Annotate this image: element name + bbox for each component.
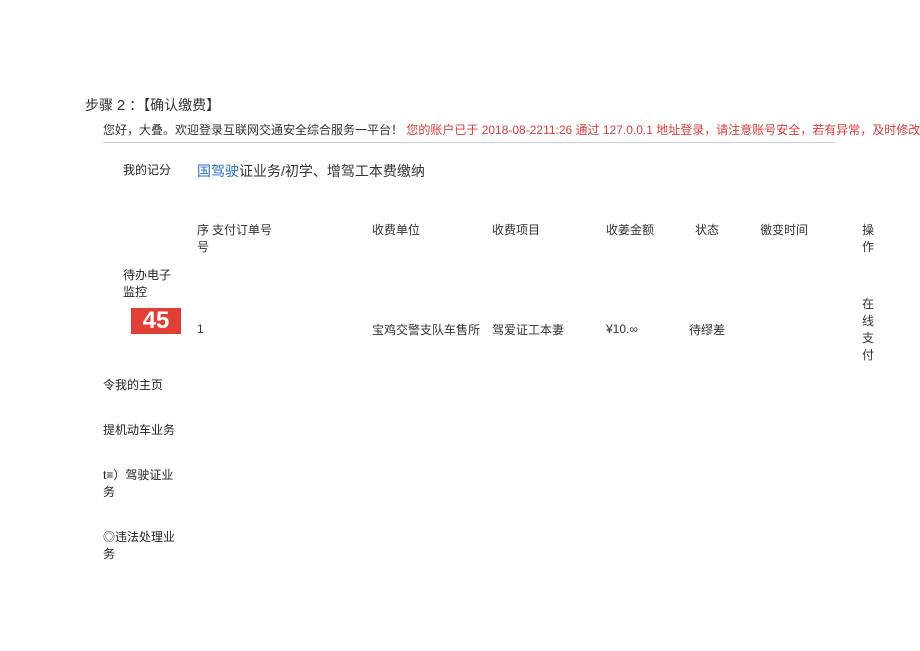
pay-online-link[interactable]: 在线支付 (862, 297, 874, 362)
sidebar-pending-label[interactable]: 待办电子监控 (103, 266, 181, 300)
amount-value: ¥10.∞ (606, 322, 638, 336)
th-orderno: 支付订单号 (212, 221, 372, 255)
breadcrumb-root[interactable]: 国驾驶 (197, 163, 239, 179)
th-item: 收费项目 (492, 221, 592, 255)
fee-table: 序号 支付订单号 收费单位 收费项目 收姜金额 状态 徼变时间 操作 1 宝鸡交… (197, 221, 874, 363)
step-prefix: 步骤 (85, 97, 113, 113)
th-idx: 序号 (197, 221, 212, 255)
sidebar-my-points[interactable]: 我的记分 (103, 161, 181, 178)
td-item: 驾爱证工本妻 (492, 321, 592, 338)
sidebar: 我的记分 待办电子监控 45 令我的主页 提机动车业务 t≡）驾驶证业务 ◎违法… (85, 161, 185, 590)
page-container: 步骤 2 ：【确认缴费】 您好，大叠。欢迎登录互联网交通安全综合服务一平台！ 您… (0, 0, 920, 590)
security-alert: 您的账户已于 2018-08-2211:26 通过 127.0.0.1 地址登录… (406, 123, 920, 137)
welcome-greeting: 您好，大叠。欢迎登录互联网交通安全综合服务一平台！ (103, 123, 403, 137)
content-wrap: 我的记分 待办电子监控 45 令我的主页 提机动车业务 t≡）驾驶证业务 ◎违法… (85, 143, 835, 590)
sidebar-item-home[interactable]: 令我的主页 (103, 376, 181, 393)
pending-count-badge: 45 (131, 308, 181, 334)
sidebar-item-license[interactable]: t≡）驾驶证业务 (103, 466, 181, 500)
td-idx: 1 (197, 322, 212, 336)
step-number: 2 (117, 97, 125, 114)
step-title: 步骤 2 ：【确认缴费】 (85, 95, 835, 115)
th-time: 徼变时间 (742, 221, 862, 255)
th-status: 状态 (672, 221, 742, 255)
td-status: 待缪差 (672, 321, 742, 338)
th-amount: 收姜金额 (592, 221, 672, 255)
sidebar-item-vehicle[interactable]: 提机动车业务 (103, 421, 181, 438)
td-amount: ¥10.∞ (592, 322, 672, 336)
table-header-row: 序号 支付订单号 收费单位 收费项目 收姜金额 状态 徼变时间 操作 (197, 221, 874, 295)
td-action: 在线支付 (862, 295, 874, 363)
table-row: 1 宝鸡交警支队车售所 驾爱证工本妻 ¥10.∞ 待缪差 在线支付 (197, 295, 874, 363)
welcome-row: 您好，大叠。欢迎登录互联网交通安全综合服务一平台！ 您的账户已于 2018-08… (85, 121, 835, 138)
main-content: 国驾驶证业务/初学、增驾工本费缴纳 序号 支付订单号 收费单位 收费项目 收姜金… (185, 161, 874, 590)
breadcrumb: 国驾驶证业务/初学、增驾工本费缴纳 (197, 161, 874, 181)
td-unit: 宝鸡交警支队车售所 (372, 321, 492, 338)
sidebar-item-violation[interactable]: ◎违法处理业务 (103, 528, 181, 562)
th-unit: 收费单位 (372, 221, 492, 255)
th-action: 操作 (862, 221, 874, 255)
step-label: ：【确认缴费】 (129, 97, 220, 113)
breadcrumb-rest: 证业务/初学、增驾工本费缴纳 (239, 163, 425, 179)
